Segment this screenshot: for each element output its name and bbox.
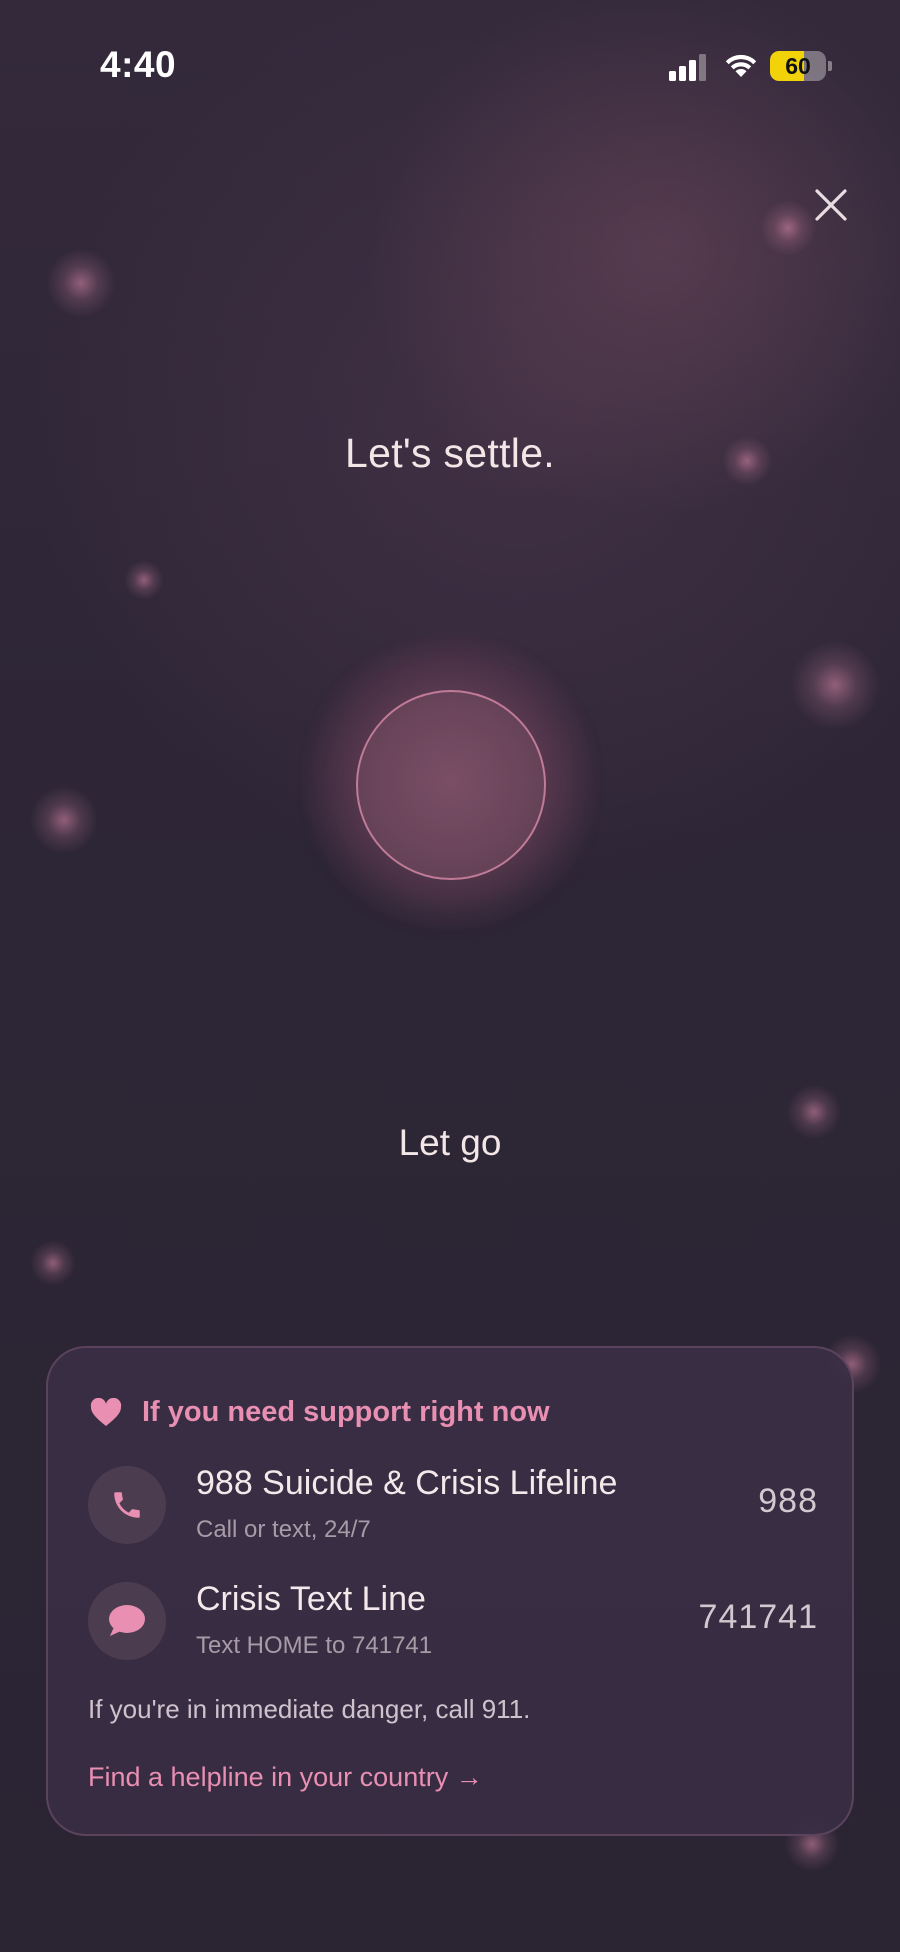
chat-bubble-icon [109, 1605, 145, 1636]
phone-icon-circle [88, 1466, 166, 1544]
glow-particle [46, 248, 116, 318]
breathing-circle [356, 690, 546, 880]
battery-level: 60 [785, 53, 811, 79]
glow-particle [124, 560, 164, 600]
danger-notice: If you're in immediate danger, call 911. [88, 1694, 531, 1724]
breathing-instruction: Let go [398, 1122, 502, 1163]
helpline-name: 988 Suicide & Crisis Lifeline [196, 1464, 618, 1502]
wifi-icon [725, 54, 757, 77]
battery-nub [828, 61, 832, 71]
helpline-description: Call or text, 24/7 [196, 1516, 371, 1543]
page-title: Let's settle. [344, 430, 555, 476]
helpline-number[interactable]: 988 [758, 1482, 818, 1521]
helpline-row-crisis-text[interactable]: Crisis Text Line Text HOME to 741741 741… [88, 1576, 818, 1666]
phone-icon [114, 1492, 140, 1518]
support-card-title: If you need support right now [142, 1396, 550, 1428]
support-card: If you need support right now 988 Suicid… [46, 1346, 854, 1836]
close-icon [815, 189, 847, 221]
heart-icon [90, 1397, 122, 1426]
helpline-row-988[interactable]: 988 Suicide & Crisis Lifeline Call or te… [88, 1460, 818, 1550]
battery-body: 60 [770, 51, 826, 81]
support-card-header: If you need support right now [90, 1396, 550, 1429]
helpline-description: Text HOME to 741741 [196, 1632, 433, 1659]
find-helpline-link[interactable]: Find a helpline in your country → [88, 1762, 483, 1793]
glow-particle [30, 786, 98, 854]
screen: 4:40 60 Let's settle. Let go If you need… [0, 0, 900, 1952]
status-time: 4:40 [100, 44, 177, 85]
helpline-number[interactable]: 741741 [699, 1598, 818, 1637]
signal-icon [669, 54, 706, 81]
status-bar: 4:40 60 [0, 0, 900, 130]
chat-icon-circle [88, 1582, 166, 1660]
glow-particle [760, 200, 816, 256]
helpline-name: Crisis Text Line [196, 1580, 426, 1618]
glow-particle [30, 1240, 76, 1286]
glow-particle [790, 640, 880, 730]
battery-icon: 60 [770, 51, 832, 81]
